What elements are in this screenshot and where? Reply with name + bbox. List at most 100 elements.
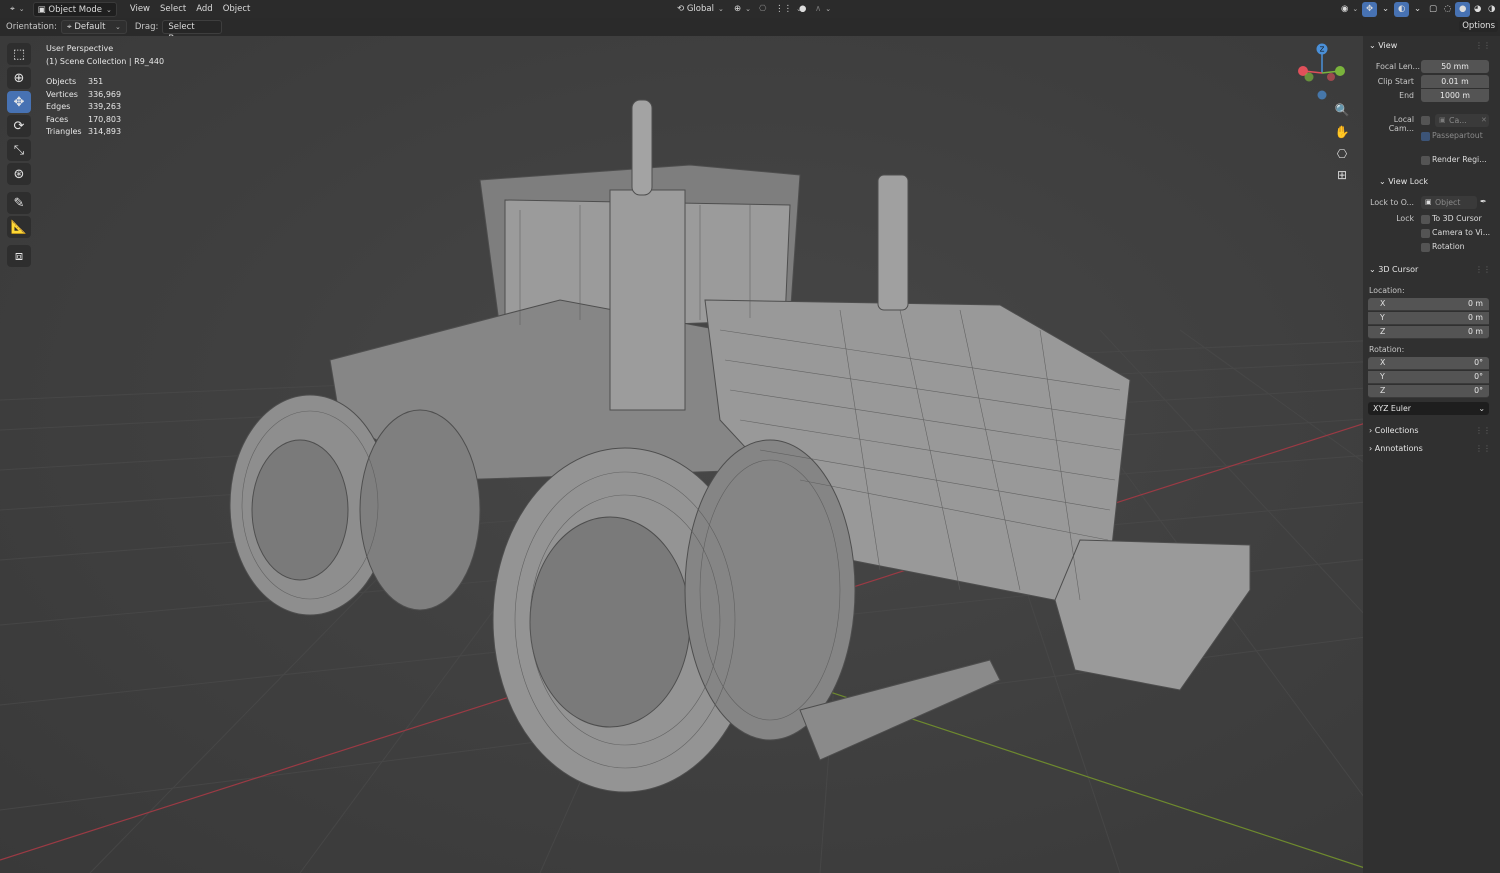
stat-value: 314,893 (88, 127, 122, 136)
collections-title: Collections (1374, 426, 1419, 435)
move-icon: ✥ (13, 94, 25, 110)
scene-statistics: Objects 351 Vertices 336,969 Edges 339,263 … (46, 76, 164, 139)
axis-label: X (1380, 299, 1386, 308)
scale-tool[interactable]: ⤡ (7, 139, 31, 161)
stat-label: Vertices (46, 89, 78, 99)
tool-settings-bar: Orientation: ⌖ Default⌄ Drag: Select Box… (0, 18, 1500, 44)
axis-value: 0° (1474, 358, 1483, 367)
stat-label: Triangles (46, 127, 82, 136)
measure-tool[interactable]: 📐 (7, 216, 31, 238)
menu-select[interactable]: Select (155, 4, 191, 14)
clip-end-field[interactable]: 1000 m (1421, 89, 1489, 102)
clip-start-field[interactable]: 0.01 m (1421, 75, 1489, 88)
visibility-dropdown[interactable]: ◉ ⌄ (1337, 2, 1362, 17)
cursor-icon: ⊕ (13, 70, 25, 86)
camera-to-view-checkbox[interactable] (1421, 229, 1430, 238)
zoom-button[interactable]: 🔍 (1332, 100, 1352, 120)
gizmo-toggle[interactable]: ✥ (1362, 1, 1378, 17)
falloff-dropdown[interactable]: ∧ ⌄ (811, 2, 835, 17)
lock-rotation-checkbox[interactable] (1421, 243, 1430, 252)
view-name: User Perspective (46, 44, 114, 53)
mode-dropdown[interactable]: ▣ Object Mode ⌄ (32, 1, 117, 17)
add-cube-tool[interactable]: ⧈ (7, 245, 31, 267)
menu-view[interactable]: View (125, 4, 155, 14)
cursor-rotation-y[interactable]: Y 0° (1368, 371, 1489, 384)
to-3d-cursor-checkbox[interactable] (1421, 215, 1430, 224)
transform-icon: ⊛ (13, 166, 25, 182)
transform-orientation-label: Global (686, 3, 714, 14)
render-region-checkbox[interactable] (1421, 156, 1430, 165)
select-box-tool[interactable]: ⬚ (7, 43, 31, 65)
xray-toggle[interactable]: ▢ (1425, 2, 1441, 17)
move-tool[interactable]: ✥ (7, 91, 31, 113)
snap-toggle[interactable]: ⎔ (755, 2, 770, 17)
camera-view-button[interactable]: ⎔ (1332, 144, 1352, 164)
rotate-tool[interactable]: ⟳ (7, 115, 31, 137)
menu-add[interactable]: Add (191, 4, 217, 14)
menu-object[interactable]: Object (218, 4, 256, 14)
focal-length-label: Focal Len... (1375, 62, 1420, 71)
rotation-mode-dropdown[interactable]: XYZ Euler ⌄ (1368, 402, 1489, 415)
shading-solid-button[interactable]: ● (1455, 1, 1471, 17)
stat-value: 336,969 (88, 89, 122, 99)
shading-rendered-button[interactable]: ◑ (1484, 2, 1499, 17)
camera-to-view-row: Camera to Vi... (1368, 227, 1494, 241)
3d-cursor-section-header[interactable]: ⌄ 3D Cursor ⋮⋮ (1369, 265, 1495, 274)
viewport-text-info: User Perspective (1) Scene Collection | … (46, 42, 164, 139)
focal-length-row: Focal Len... 50 mm (1368, 60, 1494, 74)
annotations-title: Annotations (1374, 444, 1423, 453)
local-camera-checkbox[interactable] (1421, 116, 1430, 125)
stat-label: Edges (46, 102, 71, 111)
annotations-section-header[interactable]: › Annotations ⋮⋮ (1369, 444, 1495, 453)
lock-to-object-label: Lock to O... (1370, 198, 1414, 207)
drag-dropdown[interactable]: Select Box⌄ (162, 20, 223, 44)
cursor-rotation-x[interactable]: X 0° (1368, 357, 1489, 370)
sidebar-panel: ⌄ View ⋮⋮ Focal Len... 50 mm Clip Start 0… (1363, 36, 1500, 873)
collections-section-header[interactable]: › Collections ⋮⋮ (1369, 426, 1495, 435)
to-3d-cursor-label: To 3D Cursor (1432, 214, 1482, 223)
lock-rotation-row: Rotation (1368, 241, 1494, 255)
view-lock-section-header[interactable]: ⌄ View Lock (1379, 177, 1500, 186)
editor-type-button[interactable]: ⌖ ⌄ (6, 2, 29, 17)
location-label: Location: (1369, 286, 1405, 295)
transform-tool[interactable]: ⊛ (7, 163, 31, 185)
cursor-location-z[interactable]: Z 0 m (1368, 326, 1489, 339)
options-button[interactable]: Options (1459, 20, 1498, 32)
cursor-rotation-z[interactable]: Z 0° (1368, 385, 1489, 398)
stat-value: 351 (88, 77, 104, 86)
shading-wireframe-button[interactable]: ◌ (1440, 2, 1455, 17)
cursor-location-y[interactable]: Y 0 m (1368, 312, 1489, 325)
proportional-edit-toggle[interactable]: ● (795, 2, 810, 17)
eyedropper-icon[interactable]: ✒ (1480, 197, 1487, 206)
3d-viewport[interactable]: ⬚ ⊕ ✥ ⟳ ⤡ ⊛ ✎ 📐 ⧈ User Perspective (1) S… (0, 36, 1500, 873)
overlay-toggle[interactable]: ◐ (1394, 1, 1410, 17)
transform-orientation-dropdown[interactable]: ⟲ Global ⌄ (673, 2, 728, 17)
navigation-gizmo[interactable]: Z (1296, 41, 1348, 101)
orientation-dropdown[interactable]: ⌖ Default ⌄ (60, 20, 127, 34)
lock-to-object-row: Lock to O... Object ▣ ✒ (1368, 196, 1494, 210)
view-section-header[interactable]: ⌄ View ⋮⋮ (1369, 41, 1495, 50)
stat-value: 170,803 (88, 114, 122, 124)
collection-name: (1) Scene Collection | R9_440 (46, 57, 165, 66)
overlay-dropdown[interactable]: ⌄ (1410, 2, 1425, 17)
render-region-label: Render Regi... (1432, 155, 1487, 164)
passepartout-checkbox[interactable] (1421, 132, 1430, 141)
perspective-toggle-button[interactable]: ⊞ (1332, 165, 1352, 185)
focal-length-field[interactable]: 50 mm (1421, 60, 1489, 73)
camera-to-view-label: Camera to Vi... (1432, 228, 1491, 237)
gizmo-dropdown[interactable]: ⌄ (1378, 2, 1393, 17)
stat-label: Faces (46, 114, 69, 124)
annotate-tool[interactable]: ✎ (7, 192, 31, 214)
pan-button[interactable]: ✋ (1332, 122, 1352, 142)
annotate-icon: ✎ (13, 195, 25, 211)
stat-value: 339,263 (88, 102, 122, 111)
orientation-label: Orientation: (6, 22, 57, 32)
cursor-location-x[interactable]: X 0 m (1368, 298, 1489, 311)
axis-label: X (1380, 358, 1386, 367)
pivot-point-dropdown[interactable]: ⊕ ⌄ (730, 2, 755, 17)
passepartout-row: Passepartout (1368, 130, 1494, 144)
toolbar: ⬚ ⊕ ✥ ⟳ ⤡ ⊛ ✎ 📐 ⧈ (7, 43, 33, 269)
mode-label: Object Mode (48, 4, 102, 15)
lock-rotation-label: Rotation (1432, 242, 1465, 251)
cursor-tool[interactable]: ⊕ (7, 67, 31, 89)
